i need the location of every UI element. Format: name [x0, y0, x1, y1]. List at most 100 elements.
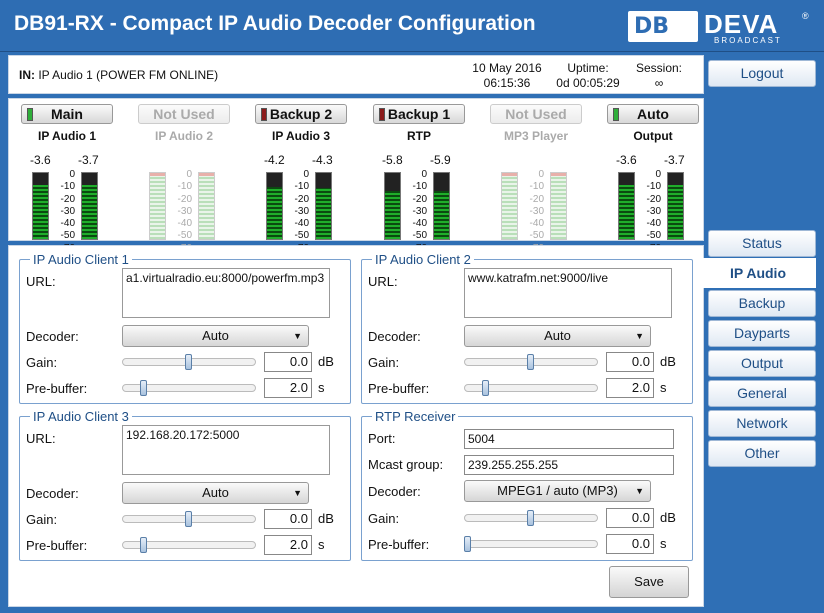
url-field[interactable]: a1.virtualradio.eu:8000/powerfm.mp3: [122, 268, 330, 318]
level-meter-left: [149, 172, 166, 240]
ip-audio-client-2: IP Audio Client 2 URL: www.katrafm.net:9…: [361, 252, 693, 404]
scale-tick: -30: [177, 205, 192, 217]
uptime: Uptime: 0d 00:05:29: [556, 61, 620, 90]
header-bar: DB91-RX - Compact IP Audio Decoder Confi…: [0, 0, 824, 52]
decoder-select[interactable]: Auto ▼: [122, 325, 309, 347]
channel-name: MP3 Player: [503, 129, 569, 143]
level-readout-right: -3.7: [78, 153, 99, 167]
gain-input[interactable]: 0.0: [264, 509, 312, 529]
level-meter-left: [501, 172, 518, 240]
scale-tick: -10: [646, 181, 661, 193]
gain-slider[interactable]: [464, 510, 598, 526]
nav-item-dayparts[interactable]: Dayparts: [708, 320, 816, 347]
level-readout-left: -3.6: [616, 153, 637, 167]
gain-input[interactable]: 0.0: [606, 352, 654, 372]
prebuffer-input[interactable]: 2.0: [264, 378, 312, 398]
channel-name: IP Audio 1: [37, 129, 96, 143]
current-input: IN: IP Audio 1 (POWER FM ONLINE): [19, 68, 219, 82]
status-led-icon: [613, 108, 619, 121]
scale-tick: -50: [646, 230, 661, 242]
scale-tick: 0: [303, 169, 309, 180]
level-readout-right: -5.9: [430, 153, 451, 167]
scale-tick: -50: [412, 230, 427, 242]
url-field[interactable]: 192.168.20.172:5000: [122, 425, 330, 475]
scale-tick: -30: [646, 205, 661, 217]
scale-tick: -30: [60, 205, 75, 217]
scale-tick: -30: [412, 205, 427, 217]
prebuffer-input[interactable]: 2.0: [606, 378, 654, 398]
scale-tick: -40: [412, 218, 427, 230]
channel-mode-button[interactable]: Backup 1: [373, 104, 465, 124]
decoder-select[interactable]: Auto ▼: [122, 482, 309, 504]
decoder-select[interactable]: Auto ▼: [464, 325, 651, 347]
gain-slider[interactable]: [122, 354, 256, 370]
page-title: DB91-RX - Compact IP Audio Decoder Confi…: [14, 12, 536, 35]
level-readout-right: -3.7: [664, 153, 685, 167]
level-meter-left: [32, 172, 49, 240]
gain-slider[interactable]: [464, 354, 598, 370]
prebuffer-slider[interactable]: [122, 537, 256, 553]
meter-scale: 0-10-20-30-40-50-70: [168, 169, 192, 255]
scale-tick: -20: [412, 193, 427, 205]
scale-tick: -20: [646, 193, 661, 205]
meter-scale: 0-10-20-30-40-50-70: [637, 169, 661, 255]
prebuffer-input[interactable]: 0.0: [606, 534, 654, 554]
channel-mode-button[interactable]: Main: [21, 104, 113, 124]
gain-input[interactable]: 0.0: [606, 508, 654, 528]
scale-tick: -10: [177, 181, 192, 193]
scale-tick: -20: [60, 193, 75, 205]
nav-item-general[interactable]: General: [708, 380, 816, 407]
scale-tick: -40: [529, 218, 544, 230]
rtp-receiver: RTP Receiver Port: 5004 Mcast group: 239…: [361, 409, 693, 561]
scale-tick: -40: [646, 218, 661, 230]
channel-mode-button[interactable]: Not Used: [490, 104, 582, 124]
ip-audio-settings: IP Audio Client 1 URL: a1.virtualradio.e…: [8, 245, 704, 607]
level-meter-right: [315, 172, 332, 240]
level-meter-right: [433, 172, 450, 240]
channel-mode-button[interactable]: Auto: [607, 104, 699, 124]
channel-name: RTP: [407, 129, 431, 143]
scale-tick: 0: [421, 169, 427, 180]
level-meter-left: [266, 172, 283, 240]
prebuffer-slider[interactable]: [122, 380, 256, 396]
level-meter-right: [81, 172, 98, 240]
meter-channel: Backup 1RTP-5.8-5.90-10-20-30-40-50-70: [369, 104, 469, 254]
gain-input[interactable]: 0.0: [264, 352, 312, 372]
nav-item-ip-audio[interactable]: IP Audio: [700, 258, 816, 288]
url-field[interactable]: www.katrafm.net:9000/live: [464, 268, 672, 318]
nav-item-other[interactable]: Other: [708, 440, 816, 467]
channel-mode-button[interactable]: Backup 2: [255, 104, 347, 124]
prebuffer-slider[interactable]: [464, 380, 598, 396]
meter-scale: 0-10-20-30-40-50-70: [520, 169, 544, 255]
nav-item-status[interactable]: Status: [708, 230, 816, 257]
level-readout-left: -3.6: [30, 153, 51, 167]
scale-tick: -40: [60, 218, 75, 230]
scale-tick: 0: [538, 169, 544, 180]
scale-tick: -50: [60, 230, 75, 242]
save-button[interactable]: Save: [609, 566, 689, 598]
gain-slider[interactable]: [122, 511, 256, 527]
scale-tick: -10: [529, 181, 544, 193]
status-led-icon: [379, 108, 385, 121]
decoder-select[interactable]: MPEG1 / auto (MP3) ▼: [464, 480, 651, 502]
prebuffer-slider[interactable]: [464, 536, 598, 552]
channel-mode-button[interactable]: Not Used: [138, 104, 230, 124]
scale-tick: -30: [529, 205, 544, 217]
port-input[interactable]: 5004: [464, 429, 674, 449]
nav-item-backup[interactable]: Backup: [708, 290, 816, 317]
meters-panel: MainIP Audio 1-3.6-3.70-10-20-30-40-50-7…: [8, 98, 704, 254]
status-led-icon: [261, 108, 267, 121]
scale-tick: -50: [294, 230, 309, 242]
meter-scale: 0-10-20-30-40-50-70: [285, 169, 309, 255]
nav-item-network[interactable]: Network: [708, 410, 816, 437]
level-readout-left: -5.8: [382, 153, 403, 167]
mcast-group-input[interactable]: 239.255.255.255: [464, 455, 674, 475]
date-time: 10 May 2016 06:15:36: [472, 61, 542, 90]
prebuffer-input[interactable]: 2.0: [264, 535, 312, 555]
logout-button[interactable]: Logout: [708, 60, 816, 87]
level-meter-right: [667, 172, 684, 240]
meter-channel: Not UsedMP3 Player0-10-20-30-40-50-70: [486, 104, 586, 254]
nav-item-output[interactable]: Output: [708, 350, 816, 377]
channel-name: IP Audio 3: [271, 129, 330, 143]
scale-tick: -50: [177, 230, 192, 242]
